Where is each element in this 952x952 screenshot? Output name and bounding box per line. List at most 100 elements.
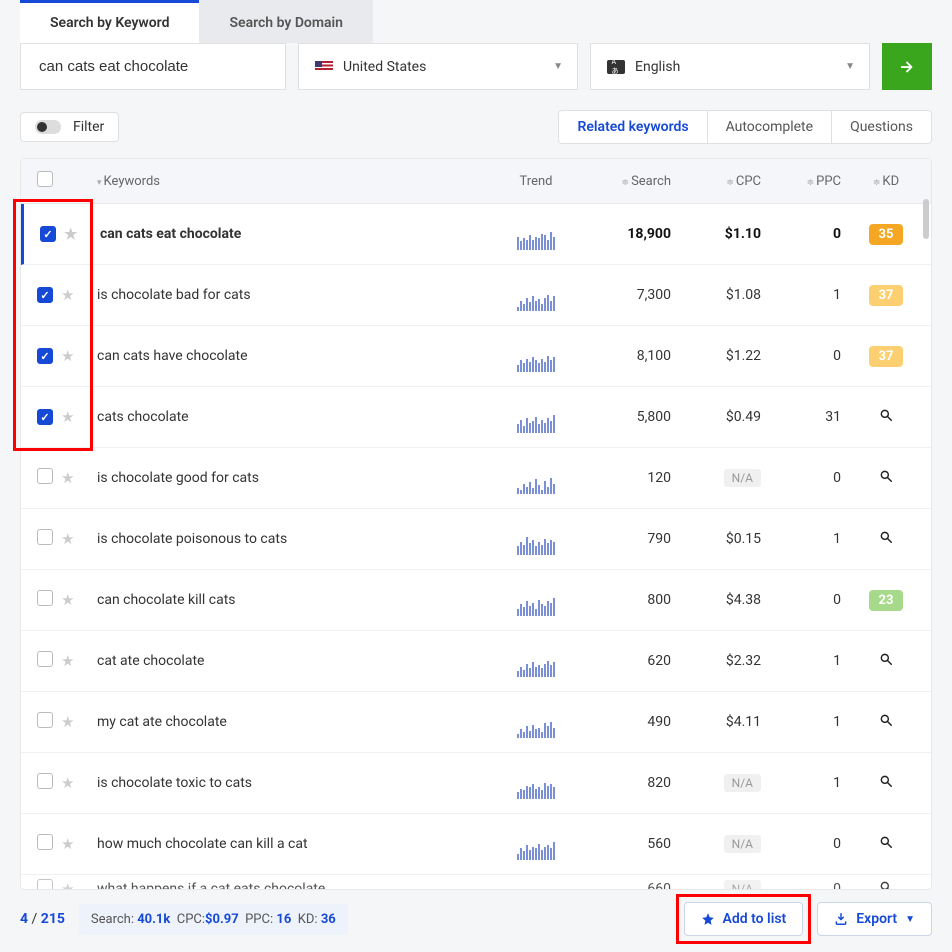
language-select[interactable]: English ▼ <box>590 43 870 90</box>
country-select[interactable]: United States ▼ <box>298 43 578 90</box>
magnify-icon[interactable] <box>879 715 893 731</box>
col-kd[interactable]: ≑KD <box>841 174 931 189</box>
row-checkbox[interactable] <box>37 834 53 850</box>
tab-questions[interactable]: Questions <box>832 111 931 143</box>
star-icon[interactable]: ★ <box>64 225 77 243</box>
row-checkbox[interactable] <box>37 348 53 364</box>
tab-search-by-domain[interactable]: Search by Domain <box>199 0 373 43</box>
cpc-value: $1.08 <box>671 287 761 303</box>
col-ppc[interactable]: ≑PPC <box>761 174 841 189</box>
table-row[interactable]: ★can chocolate kill cats800$4.38023 <box>21 570 931 631</box>
magnify-icon[interactable] <box>879 654 893 670</box>
row-checkbox[interactable] <box>37 409 53 425</box>
row-checkbox[interactable] <box>37 529 53 545</box>
keyword-input[interactable] <box>39 58 267 75</box>
table-row[interactable]: ★cat ate chocolate620$2.321 <box>21 631 931 692</box>
trend-sparkline <box>491 228 581 250</box>
keyword-cell: my cat ate chocolate <box>91 714 491 730</box>
cpc-value: $2.32 <box>671 653 761 669</box>
row-checkbox[interactable] <box>37 773 53 789</box>
table-row[interactable]: ★my cat ate chocolate490$4.111 <box>21 692 931 753</box>
add-to-list-button[interactable]: Add to list <box>684 902 804 936</box>
star-icon[interactable]: ★ <box>61 469 74 487</box>
row-checkbox[interactable] <box>37 287 53 303</box>
search-volume: 18,900 <box>581 226 671 242</box>
col-cpc[interactable]: ≑CPC <box>671 174 761 189</box>
ppc-value: 1 <box>761 714 841 730</box>
ppc-value: 0 <box>761 470 841 486</box>
table-row[interactable]: ★cats chocolate5,800$0.4931 <box>21 387 931 448</box>
row-checkbox[interactable] <box>37 879 53 889</box>
magnify-icon[interactable] <box>879 776 893 792</box>
kd-value: 37 <box>841 285 931 306</box>
star-icon[interactable]: ★ <box>61 591 74 609</box>
ppc-value: 0 <box>761 226 841 242</box>
table-row[interactable]: ★is chocolate bad for cats7,300$1.08137 <box>21 265 931 326</box>
table-row[interactable]: ★is chocolate good for cats120N/A0 <box>21 448 931 509</box>
search-volume: 620 <box>581 653 671 669</box>
ppc-value: 1 <box>761 287 841 303</box>
search-volume: 560 <box>581 836 671 852</box>
star-icon[interactable]: ★ <box>61 347 74 365</box>
star-icon[interactable]: ★ <box>61 713 74 731</box>
cpc-value: N/A <box>671 836 761 852</box>
keyword-cell: cats chocolate <box>91 409 491 425</box>
search-volume: 7,300 <box>581 287 671 303</box>
search-volume: 660 <box>581 881 671 889</box>
trend-sparkline <box>491 350 581 372</box>
ppc-value: 31 <box>761 409 841 425</box>
star-icon[interactable]: ★ <box>61 286 74 304</box>
cpc-value: $4.38 <box>671 592 761 608</box>
chevron-down-icon: ▼ <box>845 61 855 72</box>
magnify-icon[interactable] <box>879 532 893 548</box>
chevron-down-icon: ▼ <box>905 914 915 925</box>
magnify-icon[interactable] <box>879 837 893 853</box>
search-button[interactable] <box>882 43 932 90</box>
star-icon[interactable]: ★ <box>61 774 74 792</box>
tab-related-keywords[interactable]: Related keywords <box>559 111 707 143</box>
results-table: ▾Keywords Trend ≑Search ≑CPC ≑PPC ≑KD ★c… <box>20 158 932 890</box>
keyword-cell: can chocolate kill cats <box>91 592 491 608</box>
kd-value <box>841 880 931 889</box>
ppc-value: 1 <box>761 531 841 547</box>
magnify-icon[interactable] <box>879 882 893 889</box>
filter-toggle[interactable]: Filter <box>20 112 119 142</box>
search-volume: 8,100 <box>581 348 671 364</box>
toggle-icon <box>35 120 61 134</box>
row-checkbox[interactable] <box>37 590 53 606</box>
row-checkbox[interactable] <box>40 226 56 242</box>
keyword-cell: can cats eat chocolate <box>94 226 491 242</box>
star-icon[interactable]: ★ <box>61 880 74 889</box>
result-type-tabs: Related keywords Autocomplete Questions <box>558 110 932 144</box>
magnify-icon[interactable] <box>879 410 893 426</box>
star-icon[interactable]: ★ <box>61 408 74 426</box>
col-keywords[interactable]: ▾Keywords <box>91 174 491 189</box>
table-row[interactable]: ★is chocolate poisonous to cats790$0.151 <box>21 509 931 570</box>
tab-autocomplete[interactable]: Autocomplete <box>708 111 833 143</box>
language-icon <box>607 60 625 74</box>
table-row[interactable]: ★how much chocolate can kill a cat560N/A… <box>21 814 931 875</box>
table-header: ▾Keywords Trend ≑Search ≑CPC ≑PPC ≑KD <box>21 159 931 204</box>
tab-search-by-keyword[interactable]: Search by Keyword <box>20 0 199 43</box>
table-row[interactable]: ★is chocolate toxic to cats820N/A1 <box>21 753 931 814</box>
star-icon[interactable]: ★ <box>61 530 74 548</box>
export-button[interactable]: Export ▼ <box>817 902 932 936</box>
keyword-cell: is chocolate toxic to cats <box>91 775 491 791</box>
kd-value <box>841 408 931 426</box>
selection-count: 4 / 215 <box>20 911 65 927</box>
table-row[interactable]: ★can cats eat chocolate18,900$1.10035 <box>21 204 931 265</box>
ppc-value: 0 <box>761 881 841 889</box>
row-checkbox[interactable] <box>37 468 53 484</box>
star-icon[interactable]: ★ <box>61 835 74 853</box>
select-all-checkbox[interactable] <box>37 171 53 187</box>
magnify-icon[interactable] <box>879 471 893 487</box>
col-trend[interactable]: Trend <box>491 174 581 189</box>
keyword-cell: is chocolate good for cats <box>91 470 491 486</box>
table-row[interactable]: ★what happens if a cat eats chocolate660… <box>21 875 931 889</box>
col-search[interactable]: ≑Search <box>581 174 671 189</box>
table-row[interactable]: ★can cats have chocolate8,100$1.22037 <box>21 326 931 387</box>
star-icon[interactable]: ★ <box>61 652 74 670</box>
row-checkbox[interactable] <box>37 712 53 728</box>
flag-icon <box>315 61 333 73</box>
row-checkbox[interactable] <box>37 651 53 667</box>
